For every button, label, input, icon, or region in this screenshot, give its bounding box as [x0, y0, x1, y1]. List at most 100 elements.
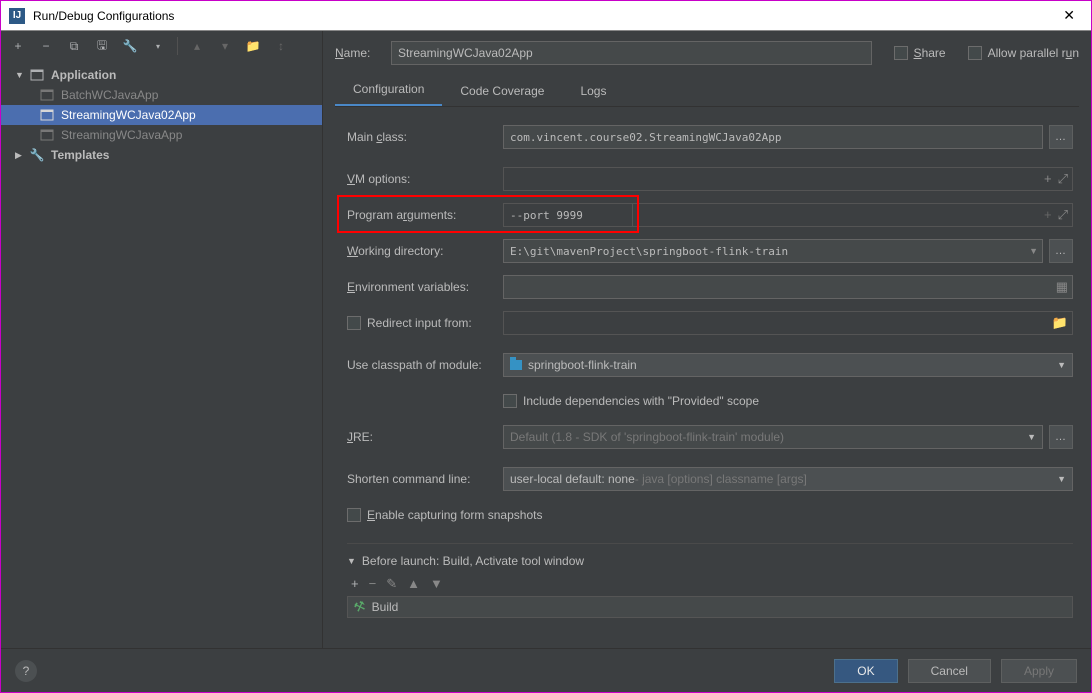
chevron-down-icon: ▼	[1057, 360, 1066, 370]
env-vars-label: Environment variables:	[347, 280, 503, 294]
folder-icon[interactable]: 📁	[242, 35, 264, 57]
expand-icon[interactable]: ⤢	[1058, 207, 1068, 223]
tree-node-application[interactable]: ▼ Application	[1, 65, 322, 85]
tree-label: Templates	[51, 148, 109, 162]
remove-icon[interactable]: −	[35, 35, 57, 57]
parallel-checkbox[interactable]	[968, 46, 982, 60]
working-dir-input[interactable]: ▼	[503, 239, 1043, 263]
help-button[interactable]: ?	[15, 660, 37, 682]
remove-icon[interactable]: −	[369, 576, 377, 592]
enable-snapshots-checkbox[interactable]	[347, 508, 361, 522]
tab-logs[interactable]: Logs	[562, 76, 624, 106]
move-down-icon[interactable]: ▾	[214, 35, 236, 57]
parallel-label: Allow parallel run	[988, 46, 1079, 60]
row-working-dir: Working directory: ▼ …	[347, 239, 1073, 263]
tree-item-streaming02[interactable]: StreamingWCJava02App	[1, 105, 322, 125]
working-dir-label: Working directory:	[347, 244, 503, 258]
tree-label: BatchWCJavaApp	[61, 88, 158, 102]
enable-snapshots-label: Enable capturing form snapshots	[367, 508, 542, 522]
tab-configuration[interactable]: Configuration	[335, 74, 442, 106]
browse-main-class-button[interactable]: …	[1049, 125, 1073, 149]
cancel-button[interactable]: Cancel	[908, 659, 991, 683]
wrench-icon[interactable]: 🔧	[119, 35, 141, 57]
program-args-extra[interactable]: +⤢	[633, 203, 1073, 227]
before-launch-header[interactable]: ▼ Before launch: Build, Activate tool wi…	[347, 554, 1073, 568]
tree-node-templates[interactable]: ▶ 🔧 Templates	[1, 145, 322, 165]
share-label: Share	[914, 46, 946, 60]
vm-options-input[interactable]: +⤢	[503, 167, 1073, 191]
jre-select[interactable]: Default (1.8 - SDK of 'springboot-flink-…	[503, 425, 1043, 449]
classpath-select[interactable]: springboot-flink-train ▼	[503, 353, 1073, 377]
run-debug-config-window: IJ Run/Debug Configurations ✕ + − ⧉ 🖫 🔧 …	[0, 0, 1092, 693]
list-icon[interactable]: ▦	[1056, 279, 1068, 295]
hammer-icon: ⚒	[352, 597, 368, 616]
add-icon[interactable]: +	[7, 35, 29, 57]
chevron-down-icon: ▼	[1027, 432, 1036, 442]
tree-label: StreamingWCJava02App	[61, 108, 196, 122]
folder-icon[interactable]: 📁	[1052, 315, 1068, 331]
wrench-dropdown-icon[interactable]: ▾	[147, 35, 169, 57]
share-checkbox-row[interactable]: Share	[894, 46, 946, 60]
row-jre: JRE: Default (1.8 - SDK of 'springboot-f…	[347, 425, 1073, 449]
build-task-row[interactable]: ⚒ Build	[347, 596, 1073, 618]
name-input[interactable]	[391, 41, 872, 65]
app-icon: IJ	[9, 8, 25, 24]
chevron-down-icon: ▼	[1057, 474, 1066, 484]
add-icon[interactable]: +	[1044, 207, 1052, 223]
row-env-vars: Environment variables: ▦	[347, 275, 1073, 299]
copy-icon[interactable]: ⧉	[63, 35, 85, 57]
chevron-down-icon[interactable]: ▼	[1029, 246, 1038, 256]
include-deps-checkbox[interactable]	[503, 394, 517, 408]
program-args-input[interactable]	[503, 203, 633, 227]
expand-icon[interactable]: ⤢	[1058, 171, 1068, 187]
config-toolbar: + − ⧉ 🖫 🔧 ▾ ▴ ▾ 📁 ↕	[1, 31, 322, 61]
main-class-label: Main class:	[347, 130, 503, 144]
redirect-checkbox[interactable]	[347, 316, 361, 330]
tree-item-streaming[interactable]: StreamingWCJavaApp	[1, 125, 322, 145]
row-enable-snapshots: Enable capturing form snapshots	[347, 503, 1073, 527]
apply-button[interactable]: Apply	[1001, 659, 1077, 683]
move-up-icon[interactable]: ▴	[186, 35, 208, 57]
collapse-arrow-icon[interactable]: ▶	[15, 150, 25, 161]
classpath-label: Use classpath of module:	[347, 358, 503, 372]
application-type-icon	[29, 68, 45, 82]
config-tree[interactable]: ▼ Application BatchWCJavaApp StreamingWC…	[1, 61, 322, 648]
close-icon[interactable]: ✕	[1055, 3, 1083, 28]
move-up-icon[interactable]: ▲	[407, 576, 420, 592]
module-icon	[510, 360, 522, 370]
program-args-label: Program arguments:	[347, 208, 503, 222]
redirect-input-label: Redirect input from:	[347, 316, 503, 330]
browse-working-dir-button[interactable]: …	[1049, 239, 1073, 263]
divider	[347, 543, 1073, 544]
tree-label: Application	[51, 68, 116, 82]
expand-arrow-icon[interactable]: ▼	[347, 556, 356, 566]
parallel-checkbox-row[interactable]: Allow parallel run	[968, 46, 1079, 60]
row-vm-options: VM options: +⤢	[347, 167, 1073, 191]
edit-icon[interactable]: ✎	[386, 576, 397, 592]
application-config-icon	[39, 88, 55, 102]
wrench-icon: 🔧	[29, 148, 45, 162]
row-program-args: Program arguments: +⤢	[347, 203, 1073, 227]
save-icon[interactable]: 🖫	[91, 35, 113, 57]
row-shorten: Shorten command line: user-local default…	[347, 467, 1073, 491]
dialog-footer: ? OK Cancel Apply	[1, 648, 1091, 692]
browse-jre-button[interactable]: …	[1049, 425, 1073, 449]
main-area: + − ⧉ 🖫 🔧 ▾ ▴ ▾ 📁 ↕ ▼ Applicat	[1, 31, 1091, 648]
tree-item-batch[interactable]: BatchWCJavaApp	[1, 85, 322, 105]
shorten-select[interactable]: user-local default: none - java [options…	[503, 467, 1073, 491]
row-main-class: Main class: …	[347, 125, 1073, 149]
ok-button[interactable]: OK	[834, 659, 897, 683]
redirect-input-field[interactable]: 📁	[503, 311, 1073, 335]
tab-code-coverage[interactable]: Code Coverage	[442, 76, 562, 106]
add-icon[interactable]: +	[351, 576, 359, 592]
share-checkbox[interactable]	[894, 46, 908, 60]
tabs: Configuration Code Coverage Logs	[335, 75, 1079, 107]
right-panel: Name: Share Allow parallel run Configura…	[323, 31, 1091, 648]
dialog-body: + − ⧉ 🖫 🔧 ▾ ▴ ▾ 📁 ↕ ▼ Applicat	[1, 31, 1091, 692]
add-icon[interactable]: +	[1044, 171, 1052, 187]
env-vars-input[interactable]: ▦	[503, 275, 1073, 299]
expand-arrow-icon[interactable]: ▼	[15, 70, 25, 80]
main-class-input[interactable]	[503, 125, 1043, 149]
sort-icon[interactable]: ↕	[270, 35, 292, 57]
move-down-icon[interactable]: ▼	[430, 576, 443, 592]
